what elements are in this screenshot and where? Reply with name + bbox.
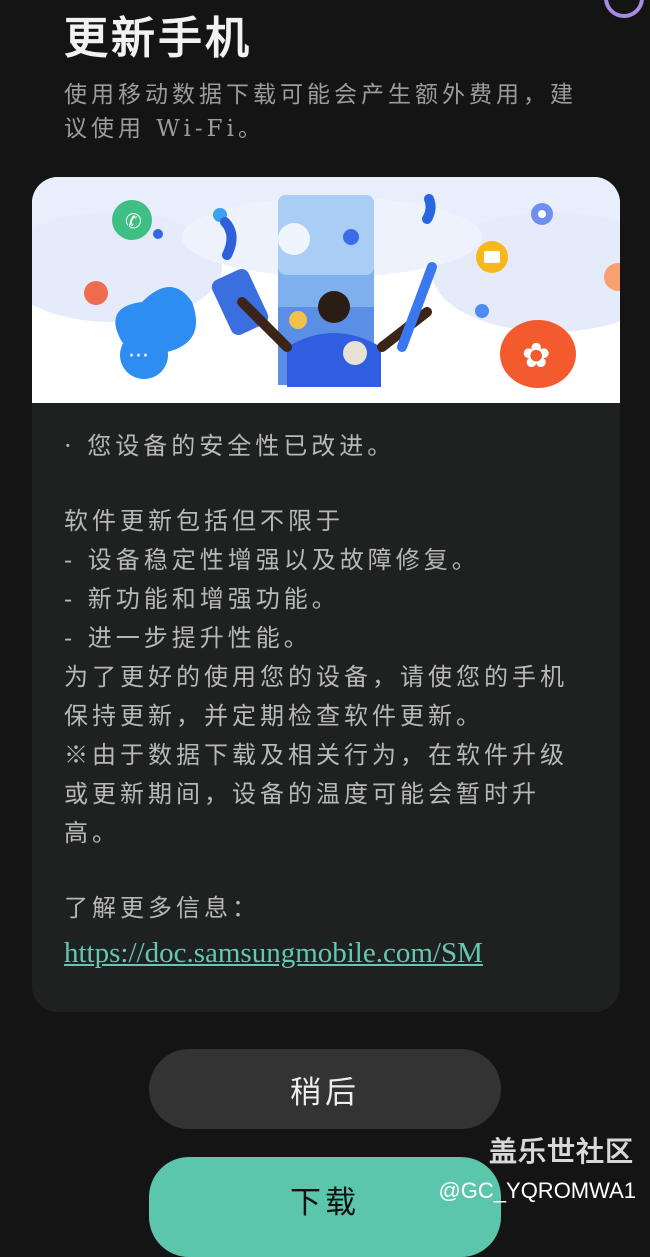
svg-text:✆: ✆ bbox=[125, 209, 142, 233]
includes-heading: 软件更新包括但不限于 bbox=[64, 507, 344, 535]
download-button[interactable]: 下载 bbox=[149, 1157, 501, 1257]
data-usage-notice: 使用移动数据下载可能会产生额外费用，建议使用 Wi-Fi。 bbox=[64, 82, 577, 142]
page-title: 更新手机 bbox=[64, 13, 252, 64]
update-illustration: ✆ ··· ✿ bbox=[32, 177, 620, 403]
more-info-link[interactable]: https://doc.samsungmobile.com/SM bbox=[64, 934, 594, 973]
temperature-warning: ※由于数据下载及相关行为，在软件升级或更新期间，设备的温度可能会暂时升高。 bbox=[64, 741, 568, 847]
release-notes-text: · 您设备的安全性已改进。 软件更新包括但不限于 - 设备稳定性增强以及故障修复… bbox=[64, 427, 594, 973]
list-item: - 设备稳定性增强以及故障修复。 bbox=[64, 546, 480, 574]
more-info-label: 了解更多信息： bbox=[64, 894, 260, 922]
release-notes-card[interactable]: ✆ ··· ✿ · 您设备的安全性已改进。 软件更新包括但不限于 - 设备稳定性… bbox=[32, 177, 620, 1012]
later-button[interactable]: 稍后 bbox=[149, 1049, 501, 1129]
user-watermark: @GC_YQROMWA1 bbox=[438, 1178, 636, 1203]
list-item: - 新功能和增强功能。 bbox=[64, 585, 340, 613]
profile-icon[interactable] bbox=[604, 0, 644, 18]
advice-text: 为了更好的使用您的设备，请使您的手机保持更新，并定期检查软件更新。 bbox=[64, 663, 568, 730]
duck bbox=[289, 311, 307, 329]
list-item: - 进一步提升性能。 bbox=[64, 624, 312, 652]
person-head bbox=[318, 291, 350, 323]
security-line: · 您设备的安全性已改进。 bbox=[64, 432, 396, 460]
community-watermark: 盖乐世社区 bbox=[488, 1135, 634, 1168]
svg-text:···: ··· bbox=[128, 344, 149, 369]
dog bbox=[343, 341, 367, 365]
svg-text:✿: ✿ bbox=[522, 336, 551, 376]
contact-icon bbox=[84, 281, 108, 305]
